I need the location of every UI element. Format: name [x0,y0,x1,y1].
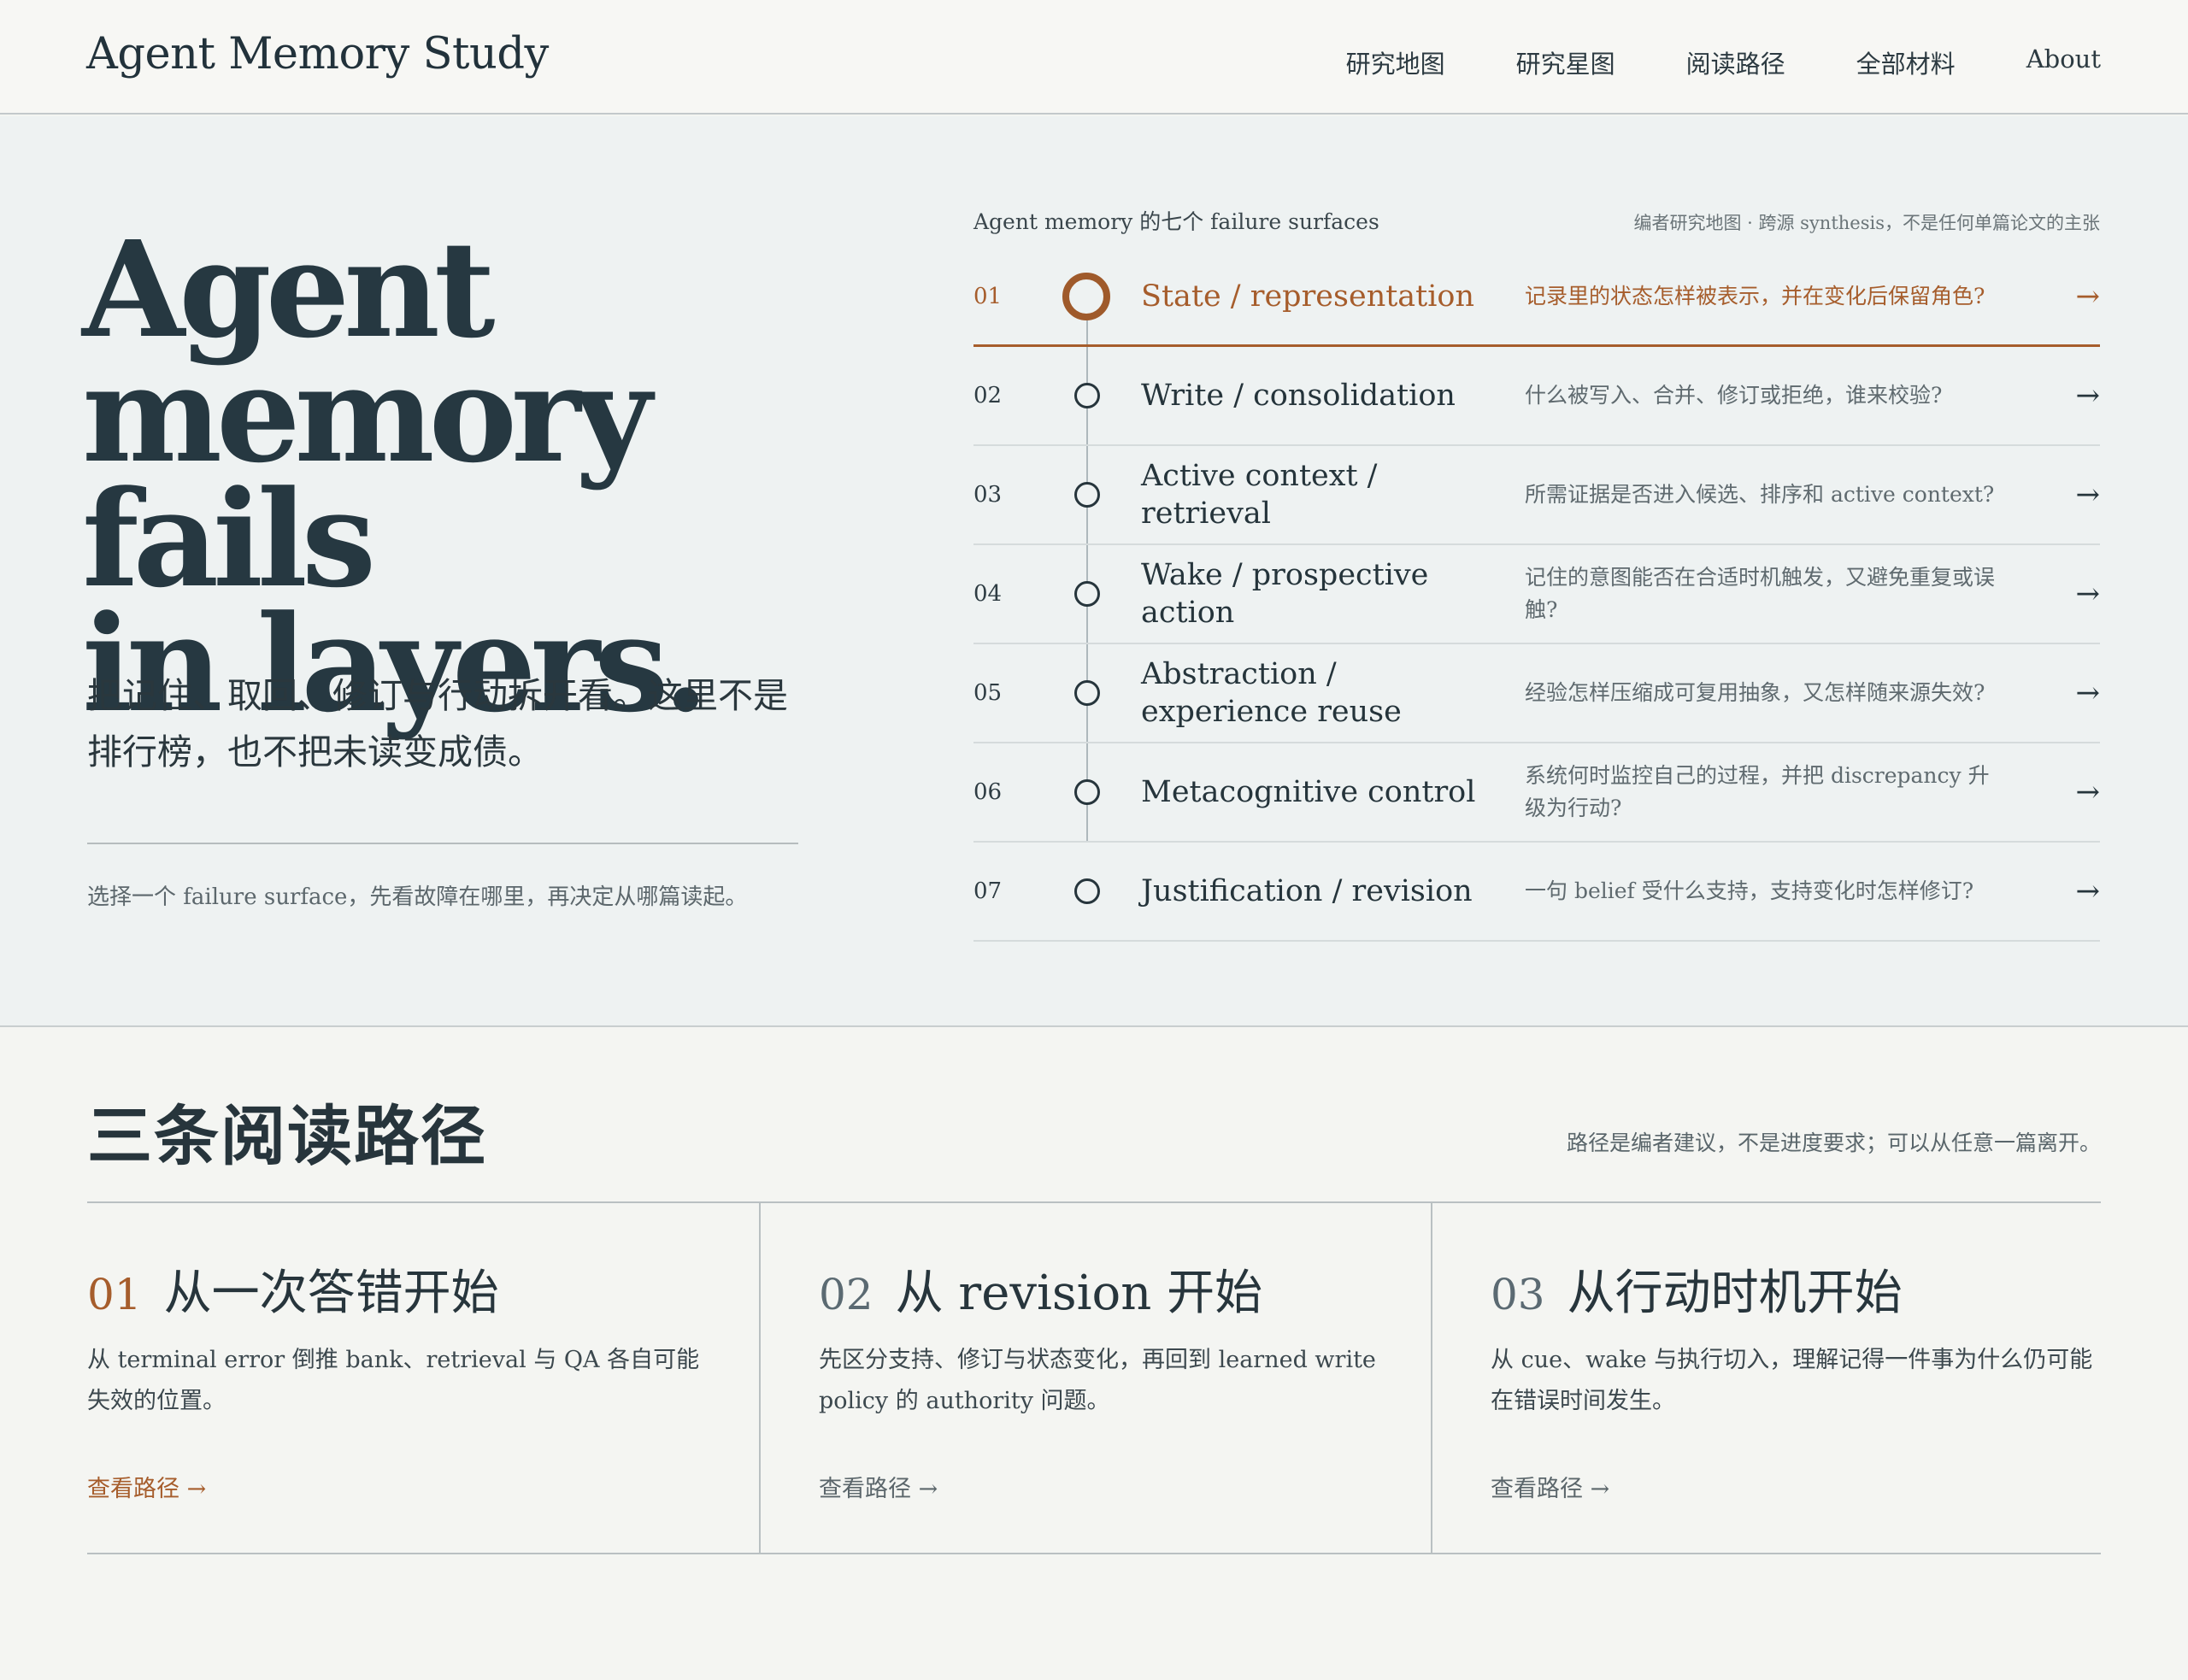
surface-question: 系统何时监控自己的过程，并把 discrepancy 升级为行动? [1525,763,1990,820]
view-path-link[interactable]: 查看路径 → [87,1470,206,1503]
surface-number: 01 [973,283,1003,309]
arrow-right-icon[interactable]: → [2076,379,2101,413]
hero-hint: 选择一个 failure surface，先看故障在哪里，再决定从哪篇读起。 [87,884,748,910]
timeline-node-icon [1062,272,1110,320]
top-bar: Agent Memory Study 研究地图 研究星图 阅读路径 全部材料 A… [0,0,2188,115]
timeline-node-icon [1074,482,1100,508]
path-card[interactable]: 03 从行动时机开始 从 cue、wake 与执行切入，理解记得一件事为什么仍可能… [1431,1203,2101,1553]
failure-map-title: Agent memory 的七个 failure surfaces [973,209,1379,234]
hero-divider [87,843,798,844]
surface-label: Justification / revision [1141,874,1473,908]
nav-item-research-map[interactable]: 研究地图 [1346,44,1445,80]
surface-question: 什么被写入、合并、修订或拒绝，谁来校验? [1525,383,1943,408]
path-description: 从 cue、wake 与执行切入，理解记得一件事为什么仍可能在错误时间发生。 [1491,1347,2093,1414]
surface-label: Wake / prospective action [1141,558,1429,630]
nav-item-all-materials[interactable]: 全部材料 [1856,44,1956,80]
view-path-link[interactable]: 查看路径 → [1491,1470,1609,1503]
arrow-right-icon[interactable]: → [2076,577,2101,611]
surface-question: 所需证据是否进入候选、排序和 active context? [1525,482,1995,507]
paths-bottom-divider [87,1553,2101,1554]
surface-label: Metacognitive control [1141,775,1476,809]
nav-item-about[interactable]: About [2026,44,2101,80]
path-number: 01 [87,1270,142,1319]
path-heading: 01 从一次答错开始 [87,1254,499,1324]
surface-label: State / representation [1141,279,1475,314]
timeline-node-icon [1074,878,1100,904]
failure-surface-row[interactable]: 01 State / representation 记录里的状态怎样被表示，并在变化… [973,248,2100,347]
failure-map-header: Agent memory 的七个 failure surfaces 编者研究地图… [973,205,2100,236]
failure-surface-row[interactable]: 04 Wake / prospective action 记住的意图能否在合适时机触… [973,545,2100,644]
path-number: 03 [1491,1270,1545,1319]
failure-map-note: 编者研究地图 · 跨源 synthesis，不是任何单篇论文的主张 [1633,213,2100,233]
surface-question: 经验怎样压缩成可复用抽象，又怎样随来源失效? [1525,680,1985,705]
failure-surface-row[interactable]: 02 Write / consolidation 什么被写入、合并、修订或拒绝，谁来… [973,347,2100,446]
arrow-right-icon[interactable]: → [2076,775,2101,809]
failure-surface-row[interactable]: 03 Active context / retrieval 所需证据是否进入候选、排… [973,446,2100,545]
nav-item-reading-paths[interactable]: 阅读路径 [1686,44,1785,80]
path-heading: 02 从 revision 开始 [819,1254,1262,1324]
surface-question: 一句 belief 受什么支持，支持变化时怎样修订? [1525,878,1974,903]
failure-surface-row[interactable]: 07 Justification / revision 一句 belief 受什么支… [973,843,2100,942]
reading-paths-note: 路径是编者建议，不是进度要求；可以从任意一篇离开。 [1566,1131,2101,1155]
surface-question: 记住的意图能否在合适时机触发，又避免重复或误触? [1525,565,1996,622]
headline-line: memory fails [82,336,652,617]
surface-number: 02 [973,383,1003,408]
failure-surface-list: 01 State / representation 记录里的状态怎样被表示，并在变化… [973,248,2100,942]
surface-label: Active context / retrieval [1141,459,1378,531]
main-nav: 研究地图 研究星图 阅读路径 全部材料 About [1275,44,2101,80]
arrow-right-icon[interactable]: → [2076,478,2101,512]
hero-lede: 把记住、取回、修订与行动拆开看。这里不是排行榜，也不把未读变成债。 [87,675,788,772]
hero-section: Agent memory fails in layers. 把记住、取回、修订与… [0,116,2188,1027]
reading-paths-title: 三条阅读路径 [87,1098,487,1174]
path-number: 02 [819,1270,873,1319]
surface-number: 06 [973,779,1003,805]
failure-surface-row[interactable]: 06 Metacognitive control 系统何时监控自己的过程，并把 di… [973,743,2100,843]
surface-label: Abstraction / experience reuse [1141,657,1402,729]
surface-label: Write / consolidation [1141,379,1456,413]
headline-line: Agent [82,211,496,367]
surface-number: 03 [973,482,1003,508]
path-title: 从 revision 开始 [895,1266,1263,1321]
path-card[interactable]: 01 从一次答错开始 从 terminal error 倒推 bank、retri… [87,1203,759,1553]
surface-question: 记录里的状态怎样被表示，并在变化后保留角色? [1525,283,1985,308]
hero-headline: Agent memory fails in layers. [82,211,851,730]
path-heading: 03 从行动时机开始 [1491,1254,1903,1324]
site-brand[interactable]: Agent Memory Study [86,29,549,79]
path-description: 从 terminal error 倒推 bank、retrieval 与 QA … [87,1347,700,1414]
path-card[interactable]: 02 从 revision 开始 先区分支持、修订与状态变化，再回到 learne… [759,1203,1431,1553]
surface-number: 04 [973,581,1003,607]
path-description: 先区分支持、修订与状态变化，再回到 learned write policy 的… [819,1347,1376,1414]
timeline-node-icon [1074,779,1100,805]
timeline-node-icon [1074,680,1100,706]
failure-surface-row[interactable]: 05 Abstraction / experience reuse 经验怎样压缩成可… [973,644,2100,743]
arrow-right-icon[interactable]: → [2076,874,2101,908]
arrow-right-icon[interactable]: → [2076,279,2101,314]
arrow-right-icon[interactable]: → [2076,676,2101,710]
timeline-node-icon [1074,581,1100,607]
path-title: 从一次答错开始 [163,1266,499,1321]
view-path-link[interactable]: 查看路径 → [819,1470,938,1503]
timeline-node-icon [1074,383,1100,408]
path-title: 从行动时机开始 [1567,1266,1903,1321]
surface-number: 07 [973,878,1003,904]
nav-item-research-starmap[interactable]: 研究星图 [1516,44,1615,80]
surface-number: 05 [973,680,1003,706]
